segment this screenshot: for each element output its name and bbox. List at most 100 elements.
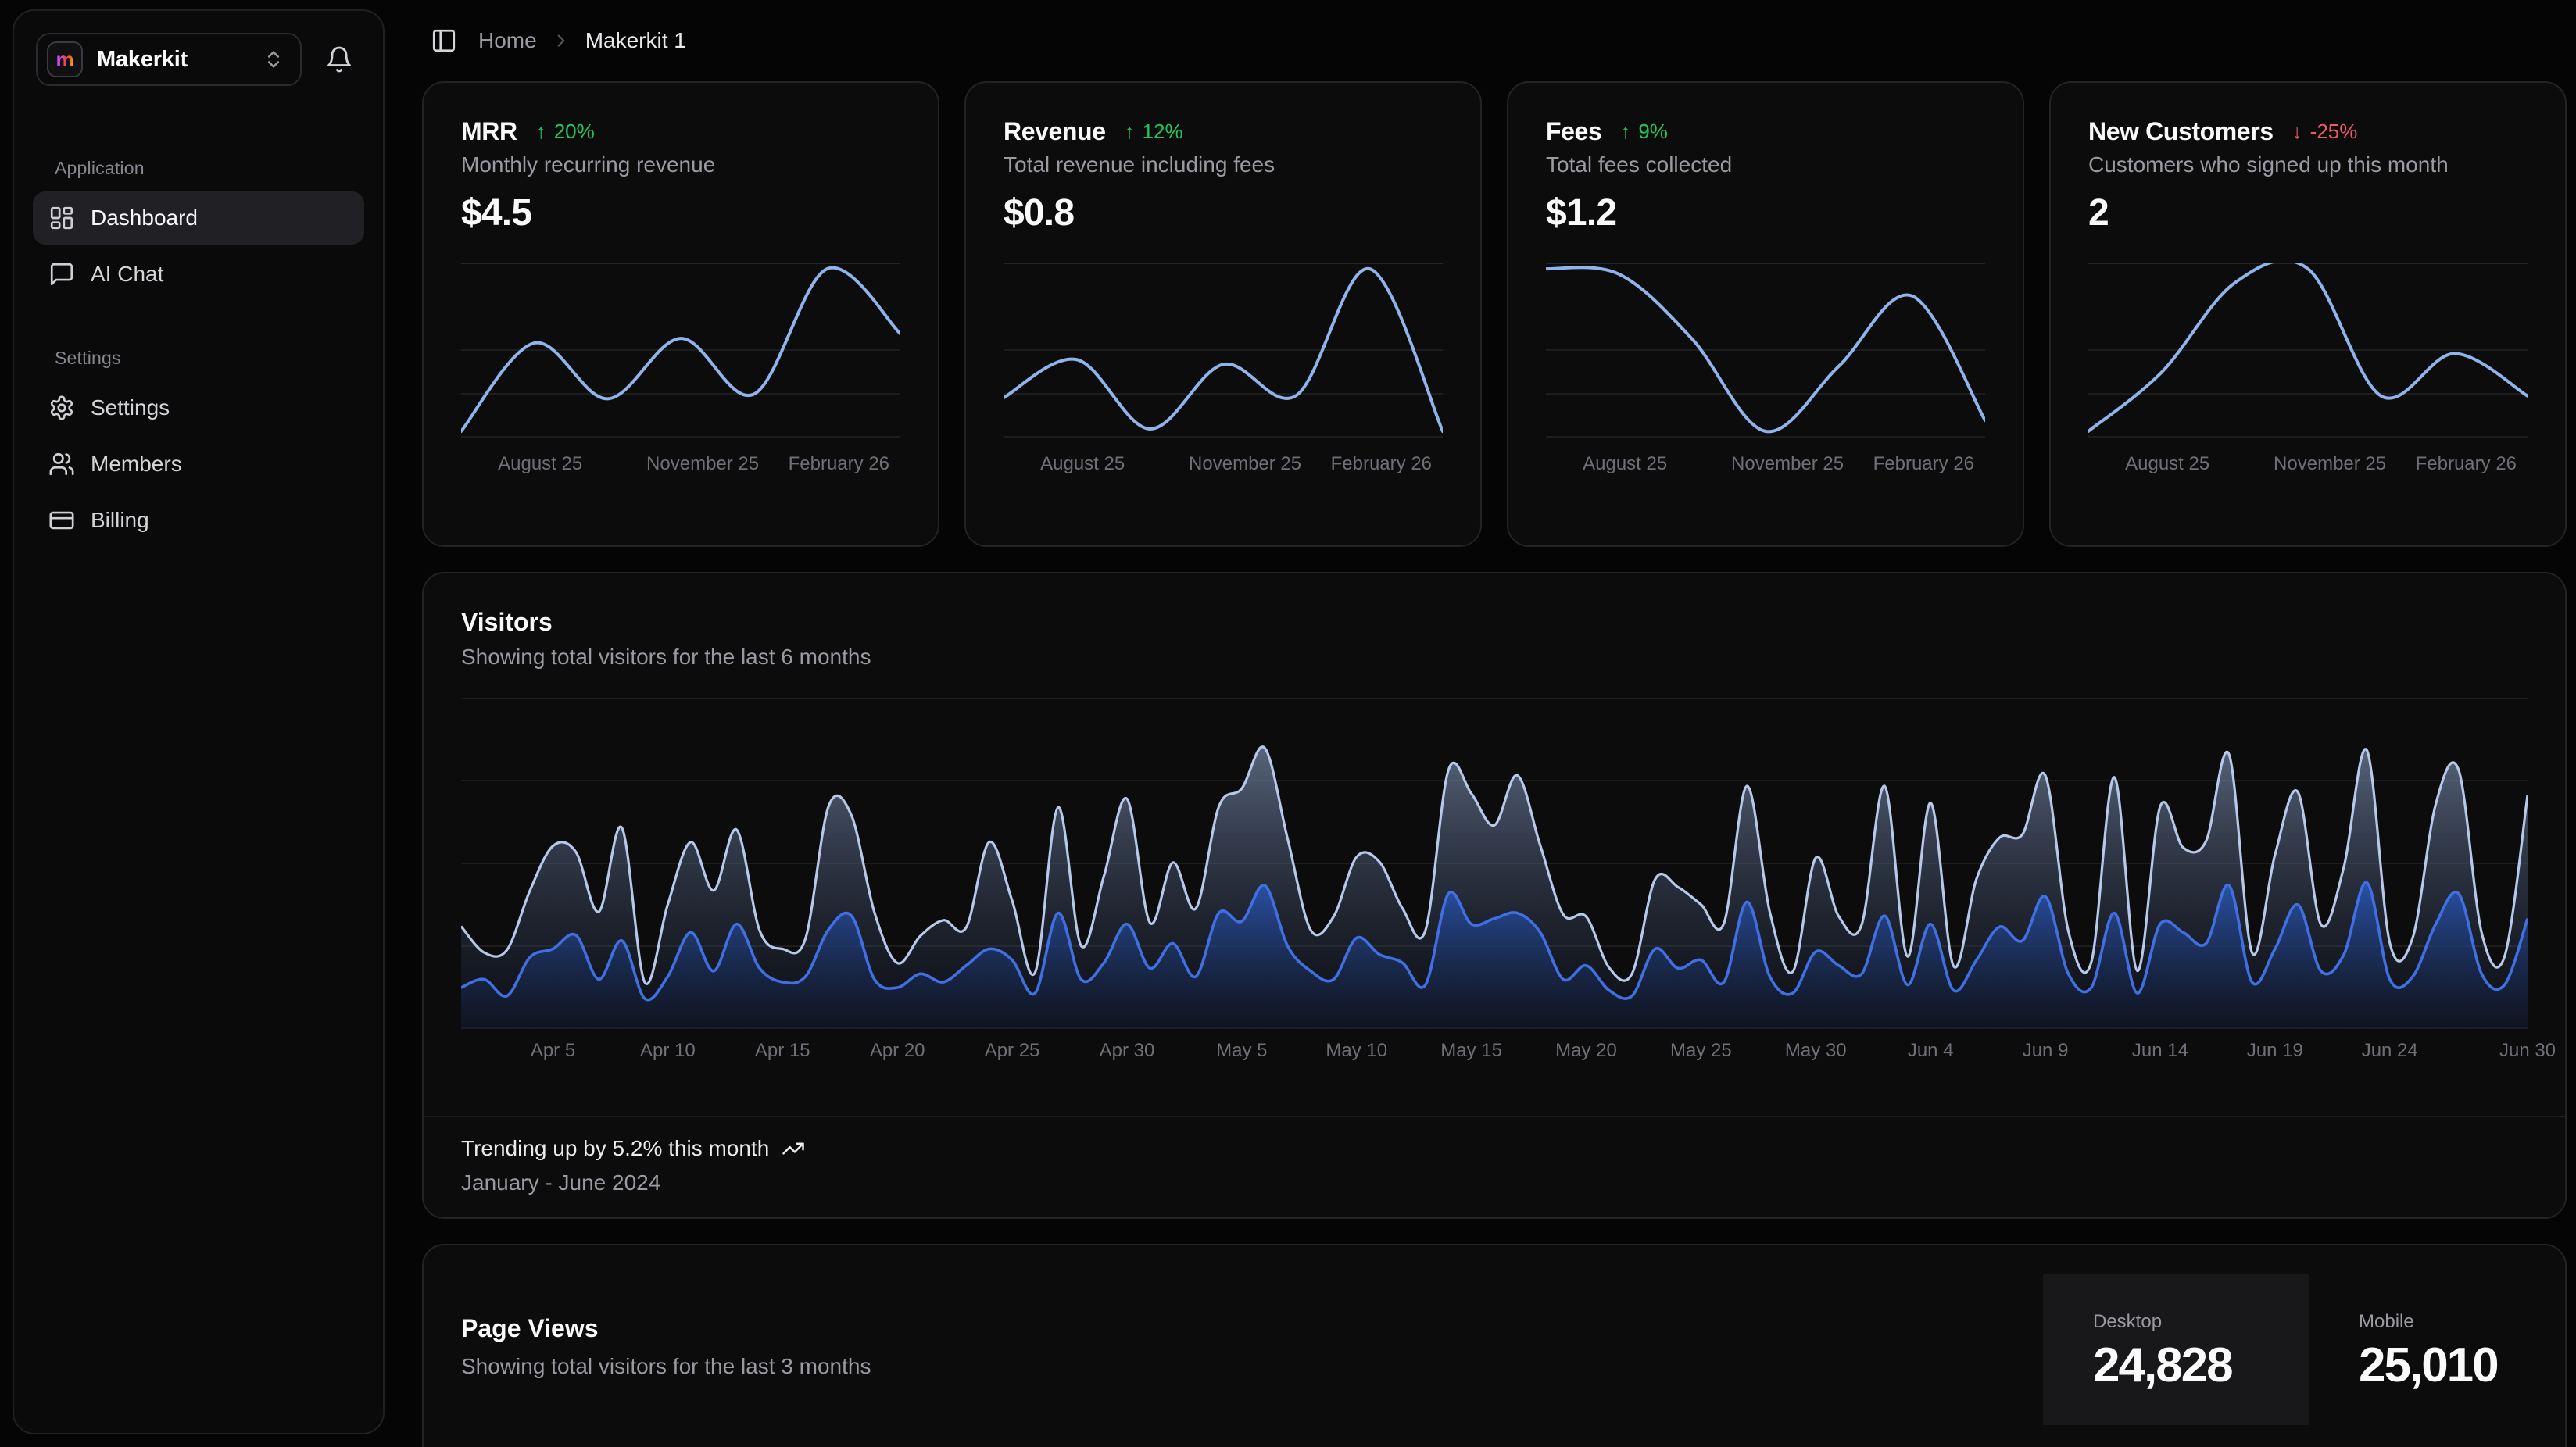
x-axis-label: February 26	[789, 453, 889, 475]
sparkline-x-axis: August 25 November 25 February 26	[461, 453, 900, 477]
sparkline-x-axis: August 25 November 25 February 26	[1546, 453, 1985, 477]
workspace-name: Makerkit	[97, 47, 188, 73]
desktop-toggle-button[interactable]: Desktop 24,828	[2043, 1274, 2309, 1425]
x-axis-label: February 26	[2416, 453, 2517, 475]
message-square-icon	[48, 261, 75, 288]
gear-icon	[48, 395, 75, 421]
visitors-card: Visitors Showing total visitors for the …	[422, 572, 2567, 1219]
stat-title: Revenue	[1004, 117, 1106, 146]
arrow-up-icon: ↑	[1620, 120, 1630, 144]
sidebar-item-label: Billing	[91, 508, 149, 533]
sidebar-item-label: Settings	[91, 395, 170, 420]
x-axis-label: November 25	[1731, 453, 1844, 475]
x-axis-label: May 10	[1326, 1040, 1387, 1062]
x-axis-label: February 26	[1331, 453, 1432, 475]
stat-value: 2	[2088, 191, 2528, 234]
chevron-right-icon	[551, 30, 571, 51]
sidebar-item-members[interactable]: Members	[33, 438, 364, 491]
x-axis-label: Apr 10	[640, 1040, 696, 1062]
x-axis-label: November 25	[646, 453, 759, 475]
stat-subtitle: Monthly recurring revenue	[461, 152, 900, 177]
stat-card-revenue: Revenue ↑ 12% Total revenue including fe…	[964, 81, 1482, 547]
date-range-text: January - June 2024	[461, 1170, 2528, 1195]
sparkline-x-axis: August 25 November 25 February 26	[2088, 453, 2528, 477]
stat-title: MRR	[461, 117, 517, 146]
stat-cards-row: MRR ↑ 20% Monthly recurring revenue $4.5…	[422, 81, 2567, 547]
visitors-footer: Trending up by 5.2% this month January -…	[424, 1116, 2565, 1217]
x-axis-label: Jun 4	[1908, 1040, 1954, 1062]
x-axis-label: August 25	[1040, 453, 1125, 475]
stat-value: $0.8	[1004, 191, 1443, 234]
dashboard-page: m Makerkit Application Dashboard	[0, 0, 2576, 1447]
sidebar-item-billing[interactable]: Billing	[33, 494, 364, 547]
sidebar-toggle-button[interactable]	[424, 20, 464, 61]
breadcrumb: Home Makerkit 1	[422, 0, 2567, 81]
mobile-label: Mobile	[2359, 1311, 2576, 1333]
users-icon	[48, 451, 75, 477]
x-axis-label: May 20	[1555, 1040, 1617, 1062]
makerkit-logo-letter: m	[55, 49, 73, 70]
x-axis-label: November 25	[1189, 453, 1301, 475]
layout-dashboard-icon	[48, 205, 75, 231]
visitors-subtitle: Showing total visitors for the last 6 mo…	[461, 645, 2528, 670]
mrr-sparkline-chart	[461, 263, 900, 438]
makerkit-logo: m	[47, 41, 83, 77]
x-axis-label: Jun 24	[2362, 1040, 2418, 1062]
section-label-application: Application	[55, 158, 383, 179]
bell-icon	[325, 45, 353, 73]
workspace-selector[interactable]: m Makerkit	[36, 33, 302, 86]
main-content: Home Makerkit 1 MRR ↑ 20% Monthly recurr…	[422, 0, 2567, 1447]
sidebar-item-ai-chat[interactable]: AI Chat	[33, 248, 364, 301]
x-axis-label: Apr 15	[755, 1040, 810, 1062]
notifications-button[interactable]	[314, 34, 364, 84]
trend-text: Trending up by 5.2% this month	[461, 1136, 769, 1161]
x-axis-label: Jun 30	[2499, 1040, 2556, 1062]
stat-value: $4.5	[461, 191, 900, 234]
x-axis-label: May 25	[1670, 1040, 1732, 1062]
sidebar-item-dashboard[interactable]: Dashboard	[33, 191, 364, 245]
arrow-up-icon: ↑	[536, 120, 546, 144]
mobile-total-value: 25,010	[2359, 1338, 2576, 1393]
credit-card-icon	[48, 507, 75, 534]
stat-title: Fees	[1546, 117, 1601, 146]
stat-change-badge: ↑ 20%	[536, 120, 595, 144]
x-axis-label: Jun 14	[2132, 1040, 2188, 1062]
stat-card-fees: Fees ↑ 9% Total fees collected $1.2 Augu…	[1507, 81, 2024, 547]
trending-up-icon	[782, 1137, 805, 1160]
chevrons-up-down-icon	[263, 48, 284, 70]
sidebar: m Makerkit Application Dashboard	[13, 9, 385, 1434]
visitors-title: Visitors	[461, 608, 2528, 637]
stat-card-new-customers: New Customers ↓ -25% Customers who signe…	[2049, 81, 2567, 547]
visitors-x-axis: Apr 5 Apr 10 Apr 15 Apr 20 Apr 25 Apr 30 May 5…	[461, 1035, 2528, 1070]
x-axis-label: Apr 30	[1100, 1040, 1155, 1062]
arrow-up-icon: ↑	[1125, 120, 1135, 144]
x-axis-label: Apr 20	[870, 1040, 925, 1062]
breadcrumb-current-page: Makerkit 1	[585, 28, 686, 53]
arrow-down-icon: ↓	[2292, 120, 2302, 144]
x-axis-label: August 25	[1583, 453, 1667, 475]
mobile-toggle-button[interactable]: Mobile 25,010	[2324, 1274, 2576, 1425]
sidebar-item-settings[interactable]: Settings	[33, 381, 364, 434]
x-axis-label: August 25	[2125, 453, 2209, 475]
stat-change-badge: ↓ -25%	[2292, 120, 2358, 144]
stat-subtitle: Total revenue including fees	[1004, 152, 1443, 177]
stat-change-badge: ↑ 9%	[1620, 120, 1668, 144]
x-axis-label: Apr 25	[985, 1040, 1040, 1062]
x-axis-label: Apr 5	[531, 1040, 575, 1062]
desktop-total-value: 24,828	[2093, 1338, 2309, 1393]
panel-left-icon	[431, 27, 457, 54]
stat-subtitle: Customers who signed up this month	[2088, 152, 2528, 177]
x-axis-label: May 5	[1216, 1040, 1267, 1062]
x-axis-label: Jun 9	[2023, 1040, 2069, 1062]
visitors-area-chart[interactable]	[461, 698, 2528, 1029]
x-axis-label: May 15	[1440, 1040, 1502, 1062]
stat-change-badge: ↑ 12%	[1125, 120, 1183, 144]
desktop-label: Desktop	[2093, 1311, 2309, 1333]
x-axis-label: Jun 19	[2247, 1040, 2303, 1062]
revenue-sparkline-chart	[1004, 263, 1443, 438]
x-axis-label: May 30	[1785, 1040, 1847, 1062]
breadcrumb-home-link[interactable]: Home	[478, 28, 537, 53]
x-axis-label: February 26	[1873, 453, 1974, 475]
stat-subtitle: Total fees collected	[1546, 152, 1985, 177]
stat-card-mrr: MRR ↑ 20% Monthly recurring revenue $4.5…	[422, 81, 939, 547]
